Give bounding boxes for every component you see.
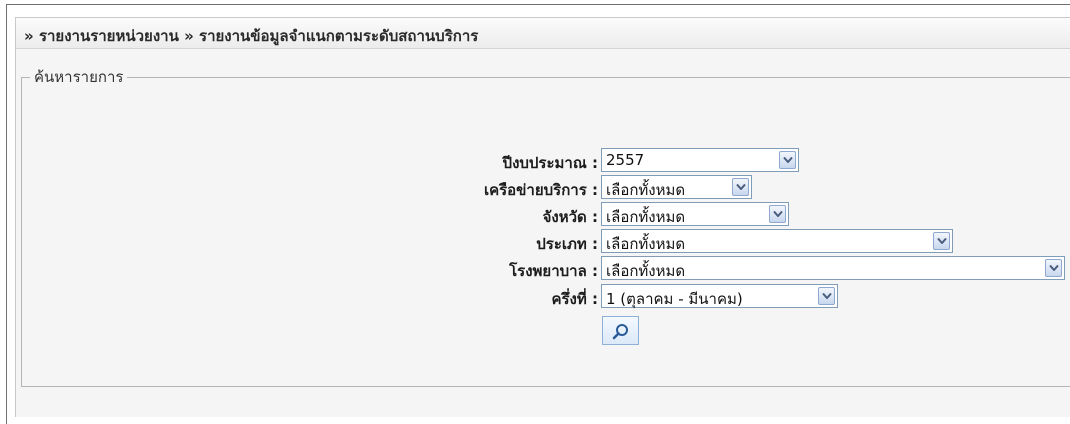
type-value: เลือกทั้งหมด [606,235,686,253]
province-select[interactable]: เลือกทั้งหมด [601,202,789,226]
half-label: ครึ่งที่ : [551,290,598,308]
breadcrumb: » รายงานรายหน่วยงาน » รายงานข้อมูลจำแนกต… [24,24,478,48]
half-select[interactable]: 1 (ตุลาคม - มีนาคม) [601,284,838,308]
chevron-down-icon[interactable] [818,287,835,305]
hospital-select[interactable]: เลือกทั้งหมด [601,256,1065,280]
panel-header: » รายงานรายหน่วยงาน » รายงานข้อมูลจำแนกต… [16,18,1070,49]
search-legend: ค้นหารายการ [34,68,124,86]
report-panel: » รายงานรายหน่วยงาน » รายงานข้อมูลจำแนกต… [15,17,1070,417]
breadcrumb-separator: » [24,27,34,45]
service-network-value: เลือกทั้งหมด [606,181,686,199]
breadcrumb-separator: » [184,27,194,45]
fiscal-year-label: ปีงบประมาณ : [502,154,598,172]
half-value: 1 (ตุลาคม - มีนาคม) [606,290,743,308]
province-row: จังหวัด : เลือกทั้งหมด [22,202,1070,226]
service-network-label: เครือข่ายบริการ : [483,181,598,199]
type-row: ประเภท : เลือกทั้งหมด [22,229,1070,253]
search-fieldset: ค้นหารายการ ปีงบประมาณ : 2557 เครือข่ายบ… [21,65,1070,387]
breadcrumb-item-service-level-report: รายงานข้อมูลจำแนกตามระดับสถานบริการ [199,27,479,45]
fiscal-year-row: ปีงบประมาณ : 2557 [22,148,1070,172]
chevron-down-icon[interactable] [732,178,749,196]
province-label: จังหวัด : [542,208,598,226]
half-row: ครึ่งที่ : 1 (ตุลาคม - มีนาคม) [22,284,1070,308]
search-icon [612,324,628,340]
service-network-row: เครือข่ายบริการ : เลือกทั้งหมด [22,175,1070,199]
breadcrumb-item-unit-report[interactable]: รายงานรายหน่วยงาน [39,27,179,45]
search-button[interactable] [602,316,639,345]
chevron-down-icon[interactable] [1045,259,1062,277]
chevron-down-icon[interactable] [769,205,786,223]
fiscal-year-value: 2557 [606,151,645,169]
hospital-value: เลือกทั้งหมด [606,262,686,280]
chevron-down-icon[interactable] [779,151,796,169]
type-select[interactable]: เลือกทั้งหมด [601,229,953,253]
type-label: ประเภท : [536,235,598,253]
hospital-row: โรงพยาบาล : เลือกทั้งหมด [22,256,1070,280]
hospital-label: โรงพยาบาล : [509,262,598,280]
chevron-down-icon[interactable] [933,232,950,250]
province-value: เลือกทั้งหมด [606,208,686,226]
service-network-select[interactable]: เลือกทั้งหมด [601,175,752,199]
fiscal-year-select[interactable]: 2557 [601,148,799,172]
